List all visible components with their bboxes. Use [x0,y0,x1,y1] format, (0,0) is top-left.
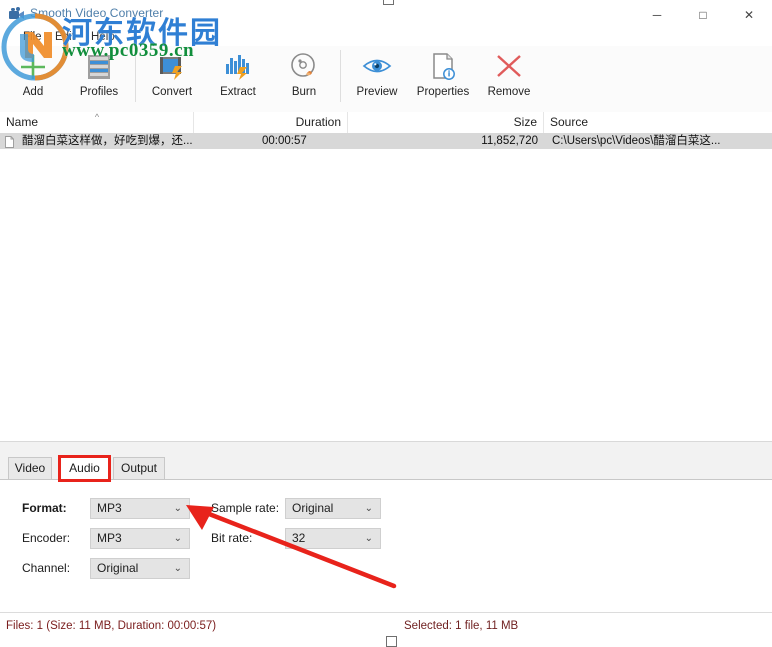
toolbar-separator-2 [340,50,341,102]
tab-video[interactable]: Video [8,457,52,480]
cell-source: C:\Users\pc\Videos\醋溜白菜这... [552,135,721,147]
plus-icon [16,50,50,84]
toolbar-button-extract[interactable]: Extract [205,46,271,112]
toolbar-separator [135,50,136,102]
minimize-button[interactable]: ─ [634,0,680,30]
label-encoder: Encoder: [22,531,71,545]
file-list-body[interactable]: 醋溜白菜这样做，好吃到爆，还... 00:00:57 11,852,720 C:… [0,133,772,441]
sort-ascending-icon: ^ [94,112,100,122]
toolbar-label-preview: Preview [356,86,398,98]
label-channel: Channel: [22,561,71,575]
maximize-button[interactable]: □ [680,0,726,30]
menu-item-help[interactable]: Help [86,30,120,44]
status-selected: Selected: 1 file, 11 MB [404,620,519,632]
menu-bar: File Edit Help [0,30,772,46]
bit-rate-value: 32 [292,531,306,545]
sample-rate-value: Original [292,501,334,515]
chevron-down-icon: ⌄ [364,533,373,544]
channel-dropdown[interactable]: Original ⌄ [90,558,190,579]
window-title: Smooth Video Converter [30,6,164,20]
toolbar-label-profiles: Profiles [79,86,119,98]
menu-item-file[interactable]: File [18,30,47,44]
toolbar-label-extract: Extract [220,86,256,98]
encoder-dropdown[interactable]: MP3 ⌄ [90,528,190,549]
window-top-stub [383,0,394,5]
toolbar-button-remove[interactable]: Remove [476,46,542,112]
cell-duration: 00:00:57 [262,135,307,147]
toolbar-button-properties[interactable]: Properties [410,46,476,112]
toolbar-label-convert: Convert [151,86,193,98]
settings-panel-body: Format: MP3 ⌄ Sample rate: Original ⌄ En… [0,480,772,612]
label-format: Format: [22,501,67,515]
chevron-down-icon: ⌄ [173,533,182,544]
window-controls: ─ □ ✕ [634,0,772,30]
column-header-duration[interactable]: Duration [194,112,348,133]
format-value: MP3 [97,501,122,515]
cell-name: 醋溜白菜这样做，好吃到爆，还... [22,135,193,147]
video-camera-icon [8,6,26,22]
chevron-down-icon: ⌄ [364,503,373,514]
red-x-icon [492,50,526,84]
column-header-source[interactable]: Source [544,112,740,133]
chevron-down-icon: ⌄ [173,503,182,514]
extract-audio-icon [221,50,255,84]
document-info-icon [426,50,460,84]
file-list-header: Name ^ Duration Size Source [0,112,772,134]
window-bottom-stub [386,636,397,647]
tab-audio[interactable]: Audio [58,457,111,480]
label-sample-rate: Sample rate: [211,501,280,515]
toolbar-label-properties: Properties [416,86,470,98]
toolbar-label-remove: Remove [487,86,531,98]
eye-icon [360,50,394,84]
column-header-size[interactable]: Size [348,112,544,133]
app-window: Smooth Video Converter ─ □ ✕ File Edit H… [0,0,772,647]
chevron-down-icon: ⌄ [173,563,182,574]
cell-size: 11,852,720 [481,135,538,147]
toolbar-button-preview[interactable]: Preview [344,46,410,112]
toolbar-label-burn: Burn [291,86,317,98]
profiles-list-icon [82,50,116,84]
tab-output[interactable]: Output [113,457,165,480]
label-bit-rate: Bit rate: [211,531,253,545]
toolbar-button-profiles[interactable]: Profiles [66,46,132,112]
close-button[interactable]: ✕ [726,0,772,30]
toolbar-label-add: Add [22,86,44,98]
file-icon [5,135,14,148]
toolbar: Add Profiles Convert Extract Burn Previe… [0,46,772,113]
sample-rate-dropdown[interactable]: Original ⌄ [285,498,381,519]
bit-rate-dropdown[interactable]: 32 ⌄ [285,528,381,549]
convert-film-icon [155,50,189,84]
menu-item-edit[interactable]: Edit [50,30,80,44]
toolbar-button-convert[interactable]: Convert [139,46,205,112]
burn-disc-icon [287,50,321,84]
channel-value: Original [97,561,139,575]
format-dropdown[interactable]: MP3 ⌄ [90,498,190,519]
encoder-value: MP3 [97,531,122,545]
toolbar-button-add[interactable]: Add [0,46,66,112]
status-files: Files: 1 (Size: 11 MB, Duration: 00:00:5… [6,620,217,632]
toolbar-button-burn[interactable]: Burn [271,46,337,112]
table-row[interactable]: 醋溜白菜这样做，好吃到爆，还... 00:00:57 11,852,720 C:… [0,133,772,149]
